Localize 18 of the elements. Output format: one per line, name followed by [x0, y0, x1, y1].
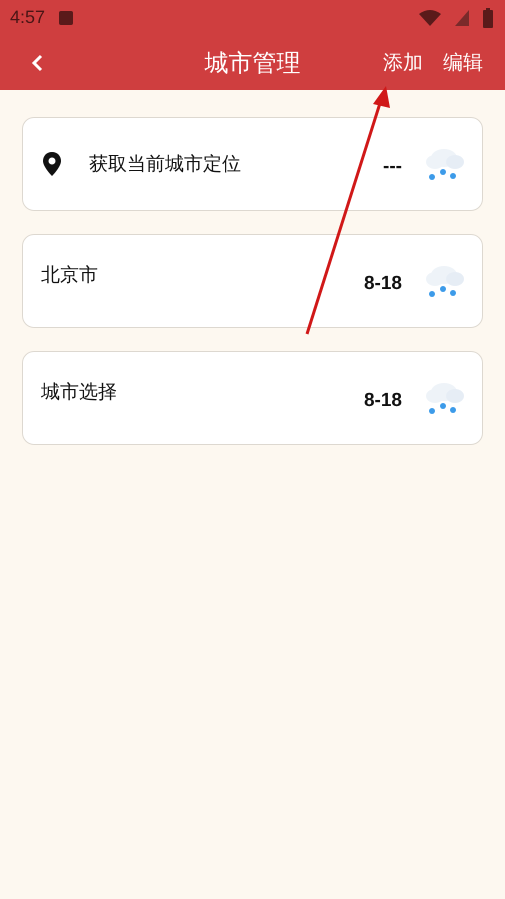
city-card[interactable]: 北京市 8-18	[22, 234, 483, 328]
wifi-icon	[419, 10, 441, 26]
city-card[interactable]: 获取当前城市定位 ---	[22, 117, 483, 211]
notification-icon	[59, 10, 74, 24]
city-name: 城市选择	[41, 380, 118, 405]
city-name: 北京市	[41, 263, 99, 288]
page-title: 城市管理	[204, 48, 300, 78]
city-card[interactable]: 城市选择 8-18	[22, 351, 483, 445]
temperature-range: 8-18	[364, 273, 402, 295]
temperature-range: ---	[383, 156, 402, 178]
toolbar-action[interactable]: 添加	[383, 49, 423, 76]
status-time: 4:57	[10, 7, 46, 28]
temperature-range: 8-18	[364, 390, 402, 412]
city-name: 获取当前城市定位	[89, 152, 242, 177]
signal-icon	[455, 10, 469, 26]
battery-icon	[483, 8, 493, 28]
location-pin-icon	[41, 151, 63, 177]
toolbar-action[interactable]: 编辑	[443, 49, 483, 76]
